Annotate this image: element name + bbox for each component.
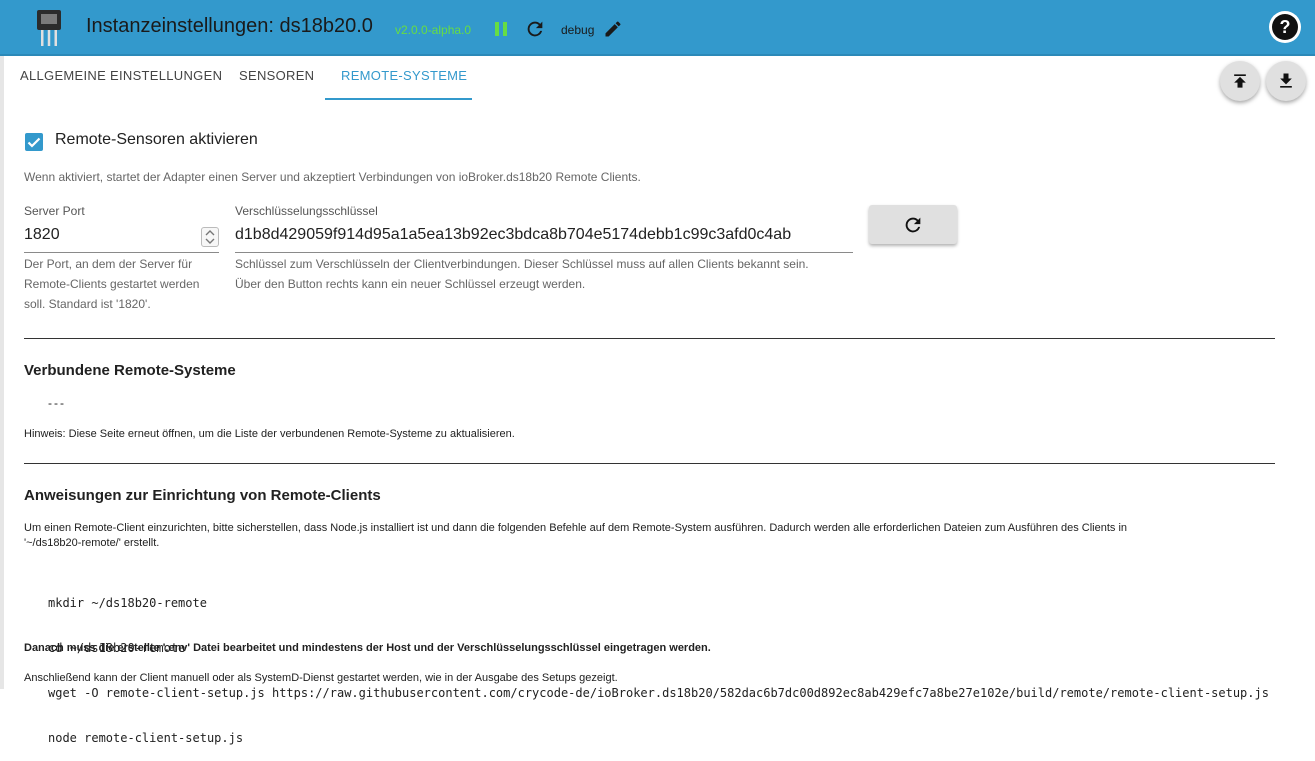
instructions-heading: Anweisungen zur Einrichtung von Remote-C… [24,487,381,504]
help-button[interactable]: ? [1269,11,1301,43]
server-port-help-line: soll. Standard ist '1820'. [24,297,151,311]
connected-systems-heading: Verbundene Remote-Systeme [24,362,236,379]
page-title: Instanzeinstellungen: ds18b20.0 [86,15,373,37]
help-icon: ? [1272,14,1298,40]
env-note: Danach muss die erstellte '.env' Datei b… [24,642,711,654]
left-frame [0,56,4,689]
tab-general-settings[interactable]: ALLGEMEINE EINSTELLUNGEN [20,56,222,102]
encryption-key-underline [235,252,853,253]
upload-icon [1234,74,1246,88]
version-badge: v2.0.0-alpha.0 [395,23,472,37]
checkmark-icon [27,137,41,148]
section-divider [24,463,1275,464]
encryption-key-input[interactable]: d1b8d429059f914d95a1a5ea13b92ec3bdca8b70… [235,226,791,244]
log-level: debug [561,23,595,37]
final-note: Anschließend kann der Client manuell ode… [24,672,618,684]
enable-remote-checkbox[interactable] [25,133,43,151]
restart-icon[interactable] [524,18,546,40]
instructions-intro-line: Um einen Remote-Client einzurichten, bit… [24,522,1128,534]
setup-commands: mkdir ~/ds18b20-remote cd ~/ds18b20-remo… [48,566,1269,761]
tab-sensors[interactable]: SENSOREN [239,56,314,102]
pencil-icon[interactable] [603,19,623,39]
pause-icon[interactable] [494,21,508,37]
connected-systems-list: --- [48,396,66,410]
ds18b20-sensor-icon [37,10,61,46]
server-port-help-line: Remote-Clients gestartet werden [24,277,200,291]
encryption-key-help-line: Über den Button rechts kann ein neuer Sc… [235,277,586,291]
regenerate-key-button[interactable] [869,205,957,244]
connected-systems-hint: Hinweis: Diese Seite erneut öffnen, um d… [24,428,515,440]
server-port-help: Der Port, an dem der Server für Remote-C… [24,254,199,314]
instructions-intro: Um einen Remote-Client einzurichten, bit… [24,521,1284,551]
enable-remote-help: Wenn aktiviert, startet der Adapter eine… [24,170,641,184]
download-config-button[interactable] [1266,61,1306,101]
port-stepper[interactable] [201,227,219,247]
server-port-help-line: Der Port, an dem der Server für [24,257,193,271]
stepper-arrows-icon [205,230,215,244]
encryption-key-label: Verschlüsselungsschlüssel [235,204,378,218]
server-port-underline [24,252,219,253]
command-line: mkdir ~/ds18b20-remote [48,596,207,610]
command-line: node remote-client-setup.js [48,731,244,745]
tab-bar: ALLGEMEINE EINSTELLUNGEN SENSOREN REMOTE… [4,56,1315,102]
section-divider [24,338,1275,339]
instructions-intro-line: '~/ds18b20-remote/' erstellt. [24,537,160,549]
tab-remote-systems[interactable]: REMOTE-SYSTEME [341,56,467,102]
download-icon [1280,73,1292,88]
refresh-icon [905,217,921,233]
upload-config-button[interactable] [1220,61,1260,101]
enable-remote-label[interactable]: Remote-Sensoren aktivieren [55,131,258,149]
active-tab-indicator [325,98,472,100]
server-port-input[interactable]: 1820 [24,226,60,244]
app-bar: Instanzeinstellungen: ds18b20.0 v2.0.0-a… [0,0,1315,56]
encryption-key-help: Schlüssel zum Verschlüsseln der Clientve… [235,254,809,294]
server-port-label: Server Port [24,204,85,218]
command-line: wget -O remote-client-setup.js https://r… [48,686,1269,700]
encryption-key-help-line: Schlüssel zum Verschlüsseln der Clientve… [235,257,809,271]
